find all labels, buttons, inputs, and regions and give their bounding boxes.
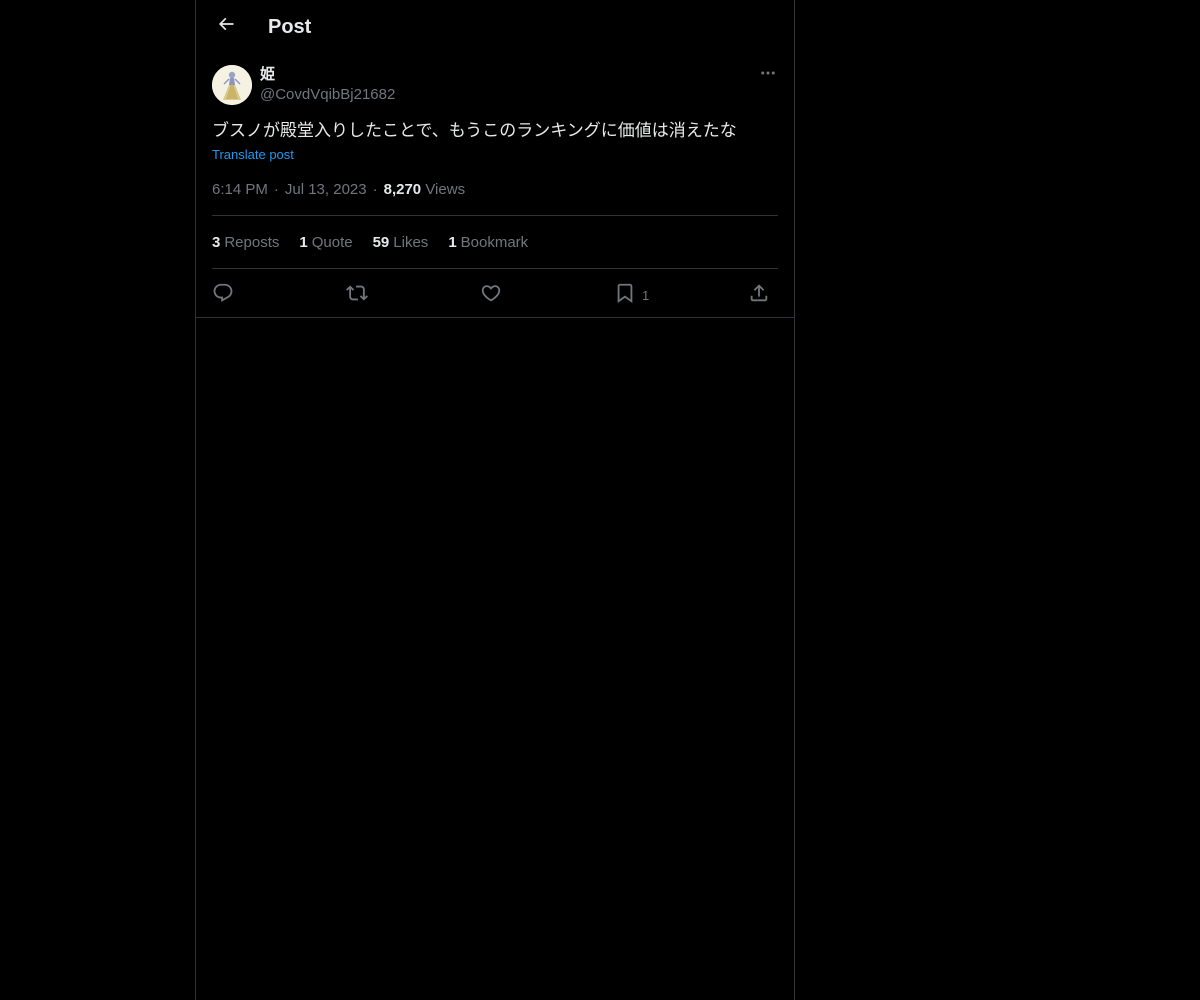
back-button[interactable]: [208, 8, 244, 44]
more-options-button[interactable]: [756, 63, 780, 87]
page-title: Post: [268, 16, 312, 38]
reply-icon: [212, 282, 234, 304]
share-icon: [748, 282, 770, 304]
engagement-stats: 3 Reposts 1 Quote 59 Likes 1 Bookmark: [212, 233, 528, 253]
reposts-label: Reposts: [224, 234, 280, 251]
avatar[interactable]: [212, 65, 252, 105]
quotes-stat[interactable]: 1 Quote: [299, 233, 352, 253]
bookmark-count: 1: [642, 287, 650, 303]
action-bar: 1: [212, 278, 778, 308]
post-metadata: 6:14 PM · Jul 13, 2023 · 8,270 Views: [212, 181, 466, 198]
bookmarks-stat[interactable]: 1 Bookmark: [448, 233, 528, 253]
divider: [212, 268, 778, 269]
bookmarks-label: Bookmark: [460, 234, 529, 251]
page-header: Post: [196, 0, 794, 53]
bookmark-button[interactable]: 1: [614, 278, 649, 308]
share-button[interactable]: [748, 278, 770, 308]
post-text: ブスノが殿堂入りしたことで、もうこのランキングに価値は消えたな: [212, 121, 737, 141]
likes-label: Likes: [393, 234, 429, 251]
reply-button[interactable]: [212, 278, 234, 308]
arrow-left-icon: [216, 14, 236, 39]
more-horizontal-icon: [759, 64, 777, 87]
post-time[interactable]: 6:14 PM: [212, 181, 268, 198]
author-handle[interactable]: @CovdVqibBj21682: [260, 85, 395, 105]
repost-button[interactable]: [346, 278, 368, 308]
author-display-name[interactable]: 姫: [260, 65, 275, 85]
likes-stat[interactable]: 59 Likes: [373, 233, 429, 253]
post-detail: 姫 @CovdVqibBj21682 ブスノが殿堂入りしたことで、もうこのランキ…: [196, 53, 794, 318]
primary-column: Post 姫 @CovdVqibBj21682 ブスノが殿堂入りしたことで、もう…: [195, 0, 795, 1000]
views-count: 8,270: [383, 181, 422, 198]
reposts-count: 3: [212, 234, 221, 251]
repost-icon: [346, 282, 368, 304]
quotes-label: Quote: [311, 234, 353, 251]
bookmarks-count: 1: [448, 234, 457, 251]
translate-post-link[interactable]: Translate post: [212, 146, 294, 164]
bookmark-icon: [614, 282, 636, 304]
post-date[interactable]: Jul 13, 2023: [285, 181, 367, 198]
likes-count: 59: [372, 234, 390, 251]
quotes-count: 1: [299, 234, 308, 251]
divider: [212, 215, 778, 216]
heart-icon: [480, 282, 502, 304]
views-label: Views: [425, 181, 466, 198]
like-button[interactable]: [480, 278, 502, 308]
reposts-stat[interactable]: 3 Reposts: [212, 233, 279, 253]
